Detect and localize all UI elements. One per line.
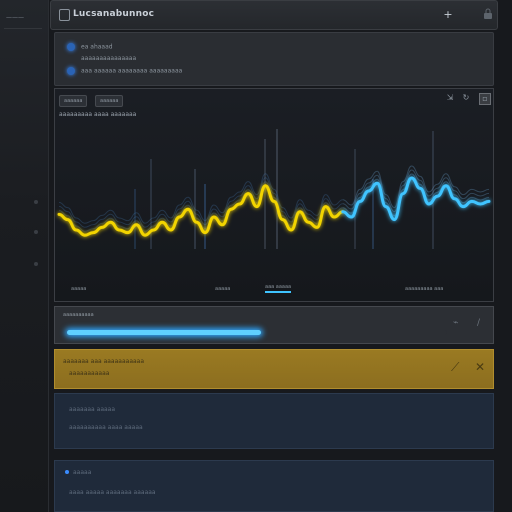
edit-icon[interactable]: ∕ — [477, 318, 480, 328]
progress-panel: aaaaaaaaaa ⌁ ∕ — [54, 306, 494, 344]
panel-title: aaaaa — [65, 469, 91, 476]
edit-icon[interactable]: ✕ — [475, 360, 485, 374]
series-echo-line — [58, 177, 343, 228]
series-line — [57, 184, 345, 237]
series-echo-line — [58, 181, 343, 232]
chart-footer-label: aaaaaaaaa aaa — [405, 286, 444, 292]
refresh-icon[interactable]: ↻ — [461, 93, 471, 103]
chart-chip[interactable]: aaaaaa — [59, 95, 88, 107]
chart-footer-label: aaaaa — [215, 286, 231, 292]
sidebar-header[interactable]: ——— — [4, 8, 42, 29]
chart-series-group — [57, 165, 491, 237]
highlight-panel-title: aaaaaaa aaa aaaaaaaaaaa — [63, 358, 145, 365]
progress-bar-fill — [67, 330, 261, 335]
chart-footer-label: aaaaa — [71, 286, 87, 292]
progress-bar — [67, 330, 447, 335]
info-row[interactable]: aaa aaaaaa aaaaaaaa aaaaaaaaa — [67, 67, 182, 77]
sidebar-header-label: ——— — [6, 14, 24, 21]
sidebar-marker — [34, 262, 38, 266]
progress-label: aaaaaaaaaa — [63, 312, 94, 318]
info-row-label: aaa aaaaaa aaaaaaaa aaaaaaaaa — [81, 67, 183, 75]
app-icon — [59, 9, 70, 21]
panel-subtitle: aaaa aaaaa aaaaaaa aaaaaa — [69, 489, 156, 496]
pin-icon[interactable]: ⟋ — [451, 360, 459, 375]
info-panel: ea ahaaad aaaaaaaaaaaaaaa aaa aaaaaa aaa… — [54, 32, 494, 86]
expand-icon[interactable]: ⇲ — [445, 93, 455, 103]
info-row[interactable]: ea ahaaad — [67, 43, 113, 53]
chart-chip[interactable]: aaaaaa — [95, 95, 124, 107]
waveform-chart — [57, 129, 491, 249]
status-dot-icon — [67, 67, 75, 75]
settings-icon[interactable]: ▫ — [479, 93, 491, 105]
panel-subtitle: aaaaaaaaaa aaaa aaaaa — [69, 424, 143, 431]
chart-footer-label[interactable]: aaa aaaaa — [265, 283, 292, 293]
status-dot-icon — [67, 43, 75, 51]
status-dot-icon — [65, 470, 69, 474]
sidebar-marker — [34, 200, 38, 204]
lock-icon[interactable] — [481, 8, 495, 22]
content-panel[interactable]: aaaaa aaaa aaaaa aaaaaaa aaaaaa — [54, 460, 494, 512]
chart-panel: aaaaaa aaaaaa ⇲ ↻ ▫ aaaaaaaaa aaaa aaaaa… — [54, 88, 494, 302]
info-row-label: aaaaaaaaaaaaaaa — [81, 55, 137, 62]
content-panel[interactable]: aaaaaaa aaaaa aaaaaaaaaa aaaa aaaaa — [54, 393, 494, 449]
panel-title-label: aaaaa — [73, 469, 92, 476]
more-icon[interactable]: ⌁ — [453, 318, 458, 328]
add-icon[interactable]: + — [441, 8, 455, 22]
window-title: Lucsanabunnoc — [73, 9, 155, 19]
info-row-label: ea ahaaad — [81, 43, 113, 51]
series-echo-line — [58, 173, 343, 224]
chart-background-traces — [134, 129, 434, 249]
highlighted-panel[interactable]: aaaaaaa aaa aaaaaaaaaaa aaaaaaaaaaa ⟋ ✕ — [54, 349, 494, 389]
left-sidebar: ——— — [0, 0, 49, 512]
highlight-panel-subtitle: aaaaaaaaaaa — [69, 370, 110, 377]
sidebar-marker — [34, 230, 38, 234]
chart-subtitle: aaaaaaaaa aaaa aaaaaaa — [59, 111, 137, 118]
panel-title: aaaaaaa aaaaa — [69, 406, 116, 413]
info-row: aaaaaaaaaaaaaaa — [81, 55, 136, 65]
title-bar: Lucsanabunnoc + — [50, 0, 498, 30]
